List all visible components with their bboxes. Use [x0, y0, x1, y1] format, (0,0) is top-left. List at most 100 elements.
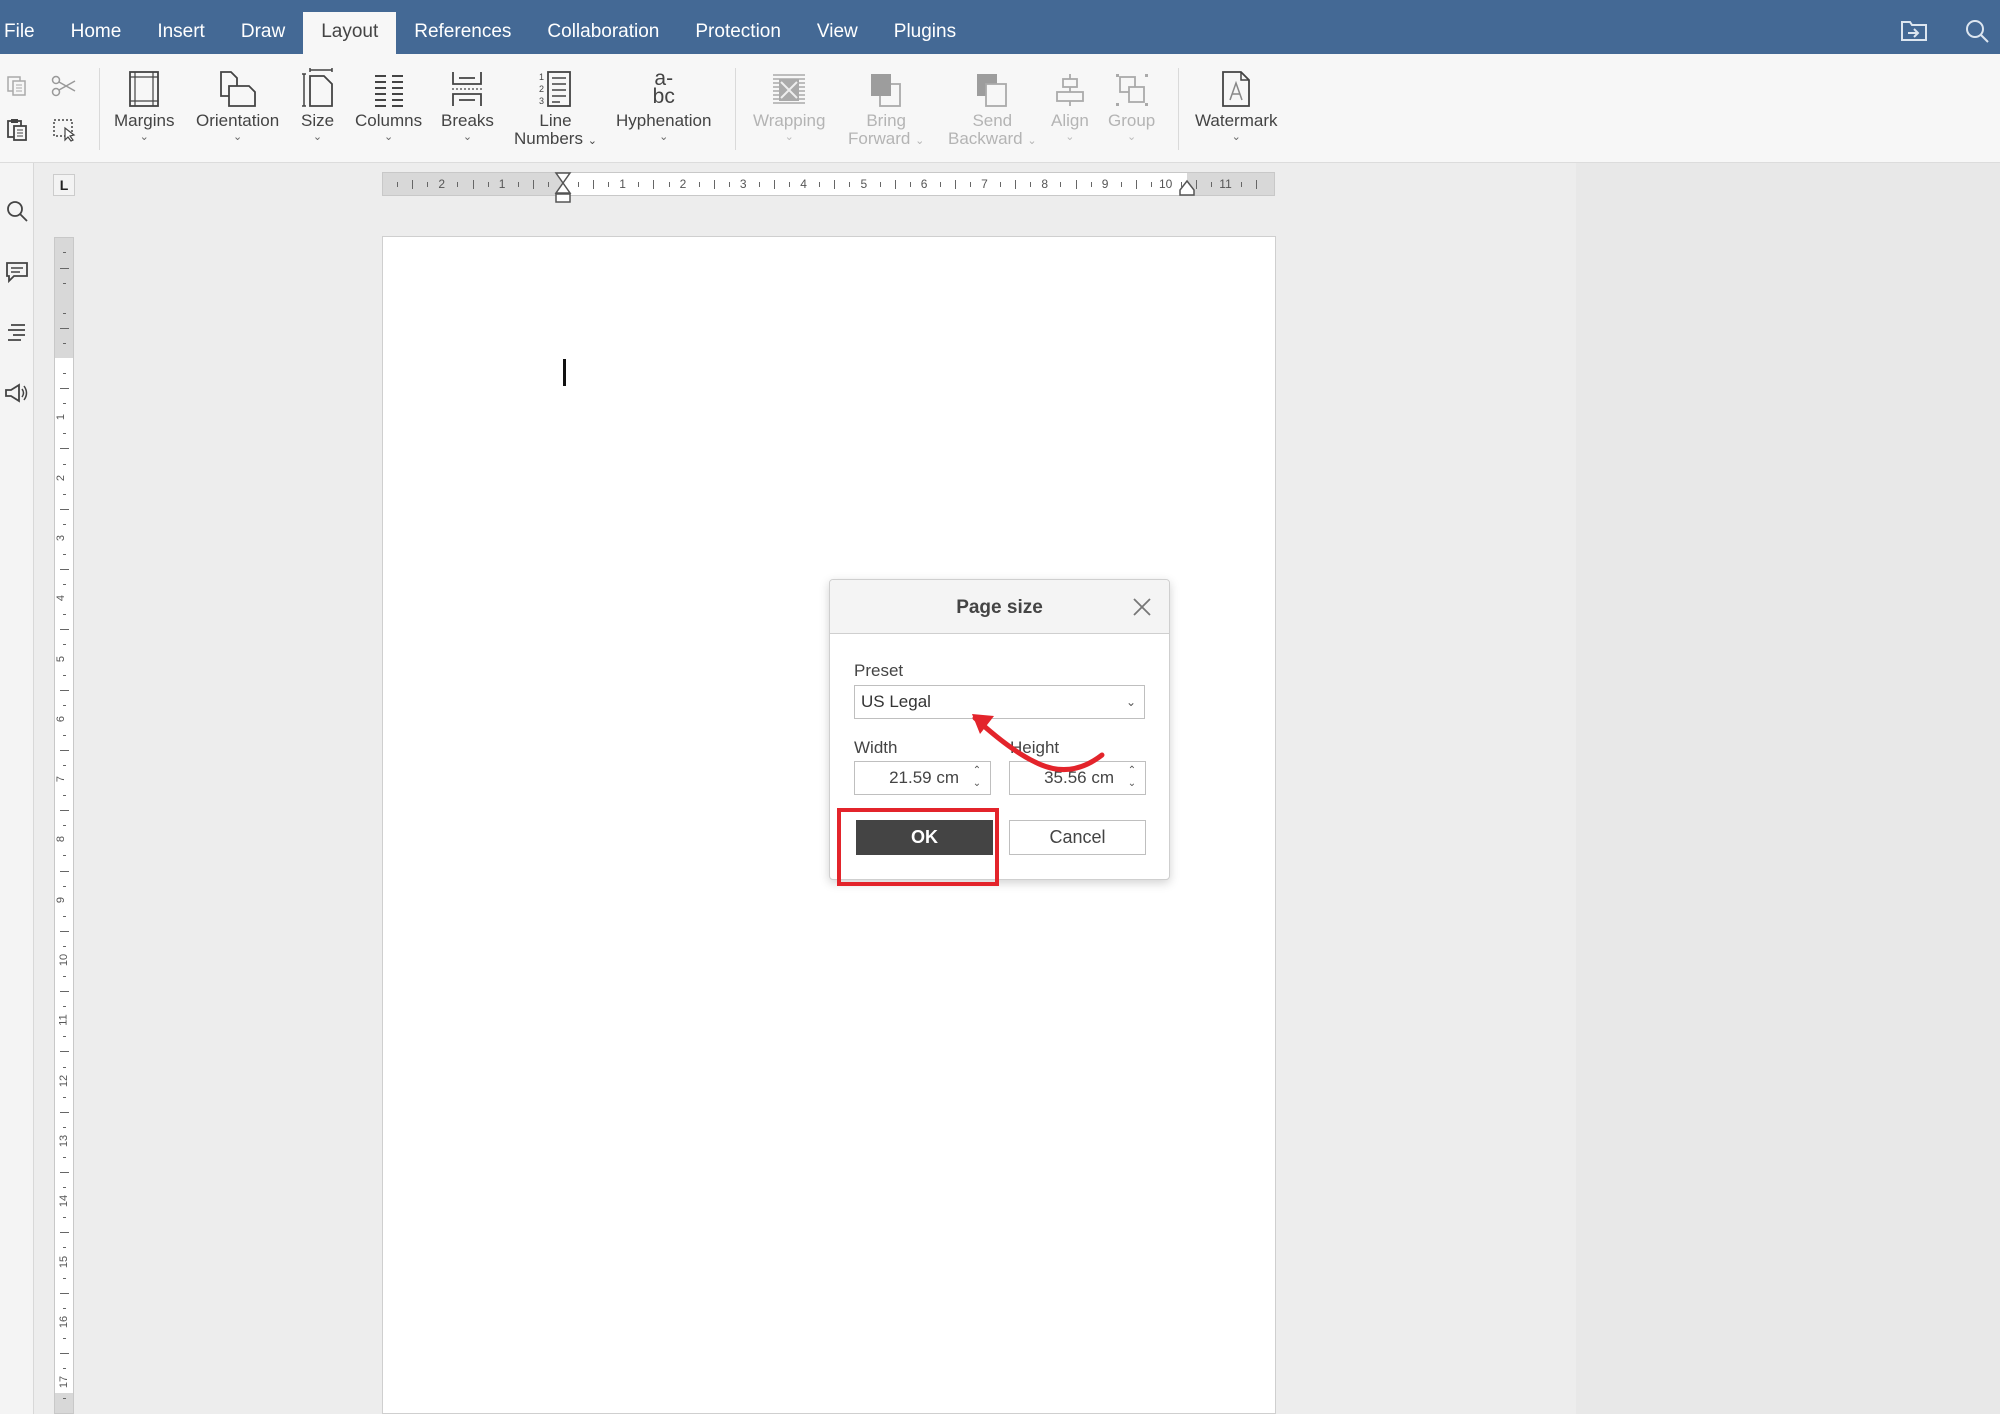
cut-icon[interactable]	[50, 72, 78, 100]
align-icon	[1054, 68, 1086, 108]
ruler-tick	[62, 312, 66, 314]
ruler-tick	[774, 179, 776, 189]
chevron-down-icon: ⌄	[139, 131, 149, 143]
close-icon[interactable]	[1131, 596, 1153, 618]
ruler-label: 11	[57, 1014, 70, 1027]
wrapping-icon	[771, 68, 807, 108]
ruler-label: 15	[58, 1255, 71, 1268]
tab-view[interactable]: View	[799, 12, 876, 54]
bring-forward-button[interactable]: Bring Forward ⌄	[848, 68, 924, 150]
send-backward-button[interactable]: Send Backward ⌄	[948, 68, 1037, 150]
ruler-label: 7	[55, 776, 68, 783]
margins-button[interactable]: Margins ⌄	[114, 68, 174, 144]
ruler-tick	[62, 734, 66, 736]
highlight-box-annotation	[837, 808, 999, 886]
indent-marker-icon[interactable]	[553, 171, 573, 205]
right-indent-marker-icon[interactable]	[1177, 179, 1197, 197]
ruler-tick	[59, 569, 69, 571]
chevron-down-icon: ⌄	[1125, 695, 1136, 709]
select-all-icon[interactable]	[50, 116, 78, 144]
watermark-button[interactable]: Watermark ⌄	[1195, 68, 1278, 144]
spin-up-icon[interactable]: ⌃	[1128, 765, 1136, 776]
vertical-ruler[interactable]: 1 2 3 4 5 6 7 8 9 10 11 12 13 14 15 16 17	[54, 237, 74, 1414]
svg-text:2: 2	[539, 84, 544, 94]
tab-plugins[interactable]: Plugins	[876, 12, 974, 54]
align-button[interactable]: Align ⌄	[1051, 68, 1089, 144]
ruler-tick	[894, 179, 896, 189]
columns-button[interactable]: Columns ⌄	[355, 68, 422, 144]
search-icon[interactable]	[4, 198, 30, 224]
ruler-tick	[62, 704, 66, 706]
ruler-tick	[638, 181, 640, 187]
group-button[interactable]: Group ⌄	[1108, 68, 1155, 144]
chevron-down-icon: ⌄	[587, 135, 597, 147]
ruler-tick	[62, 1036, 66, 1038]
open-file-location-icon[interactable]	[1900, 18, 1928, 44]
spin-down-icon[interactable]: ⌄	[1128, 778, 1136, 789]
canvas-background	[1576, 163, 2000, 1414]
ruler-tick	[547, 181, 549, 187]
ruler-tick	[62, 915, 66, 917]
tab-stop-selector[interactable]: L	[53, 174, 75, 196]
ruler-tick	[59, 991, 69, 993]
ruler-tick	[62, 1126, 66, 1128]
tab-references[interactable]: References	[396, 12, 529, 54]
ruler-tick	[62, 1217, 66, 1219]
ruler-tick	[62, 765, 66, 767]
ruler-tick	[62, 885, 66, 887]
ruler-tick	[939, 181, 941, 187]
ruler-label: 10	[1159, 177, 1173, 191]
ruler-label: 10	[58, 953, 71, 967]
wrapping-button[interactable]: Wrapping ⌄	[753, 68, 825, 144]
chevron-down-icon: ⌄	[1127, 131, 1137, 143]
ruler-tick	[668, 181, 670, 187]
ruler-label: 9	[55, 896, 68, 903]
margins-icon	[128, 68, 160, 108]
ruler-tick	[59, 1232, 69, 1234]
ruler-label: 4	[55, 595, 68, 602]
paste-icon[interactable]	[3, 116, 31, 144]
size-icon	[301, 68, 334, 108]
tab-file[interactable]: File	[0, 12, 53, 54]
hyphenation-icon: a- bc	[652, 67, 675, 108]
cancel-button[interactable]: Cancel	[1009, 820, 1146, 855]
navigation-icon[interactable]	[4, 320, 30, 346]
tab-protection[interactable]: Protection	[677, 12, 799, 54]
ruler-tick	[593, 179, 595, 189]
size-button[interactable]: Size ⌄	[301, 68, 334, 144]
comments-icon[interactable]	[4, 259, 30, 285]
ruler-label: 5	[55, 655, 68, 662]
line-numbers-button[interactable]: 123 Line Numbers ⌄	[514, 68, 597, 150]
chevron-down-icon: ⌄	[784, 131, 794, 143]
search-icon[interactable]	[1964, 18, 1990, 44]
ruler-label: 3	[55, 534, 68, 541]
orientation-button[interactable]: Orientation ⌄	[196, 68, 279, 144]
topbar-right-controls	[1900, 18, 2000, 44]
tab-home[interactable]: Home	[53, 12, 140, 54]
tab-insert[interactable]: Insert	[139, 12, 223, 54]
ruler-tick	[1090, 181, 1092, 187]
ruler-tick	[59, 1292, 69, 1294]
ruler-tick	[578, 181, 580, 187]
ruler-tick	[62, 644, 66, 646]
ruler-label: 1	[619, 177, 626, 191]
ruler-tick	[412, 179, 414, 189]
horizontal-ruler[interactable]: 2 1 1 2 3 4 5 6 7 8 9 10 11	[382, 172, 1275, 203]
ruler-label: 2	[55, 474, 68, 481]
breaks-button[interactable]: Breaks ⌄	[441, 68, 494, 144]
left-sidebar	[0, 163, 34, 1414]
ruler-tick	[62, 463, 66, 465]
tab-layout[interactable]: Layout	[303, 12, 397, 54]
ruler-tick	[62, 282, 66, 284]
copy-icon[interactable]	[3, 72, 31, 100]
dialog-header: Page size	[830, 580, 1169, 634]
ruler-label: 1	[498, 177, 506, 191]
hyphenation-button[interactable]: a- bc Hyphenation ⌄	[616, 68, 711, 144]
feedback-icon[interactable]	[4, 380, 30, 406]
tab-draw[interactable]: Draw	[223, 12, 303, 54]
ruler-tick	[1241, 181, 1243, 187]
tab-collaboration[interactable]: Collaboration	[529, 12, 677, 54]
text-cursor	[563, 359, 566, 386]
send-backward-icon	[974, 68, 1010, 108]
ruler-tick	[472, 179, 474, 189]
